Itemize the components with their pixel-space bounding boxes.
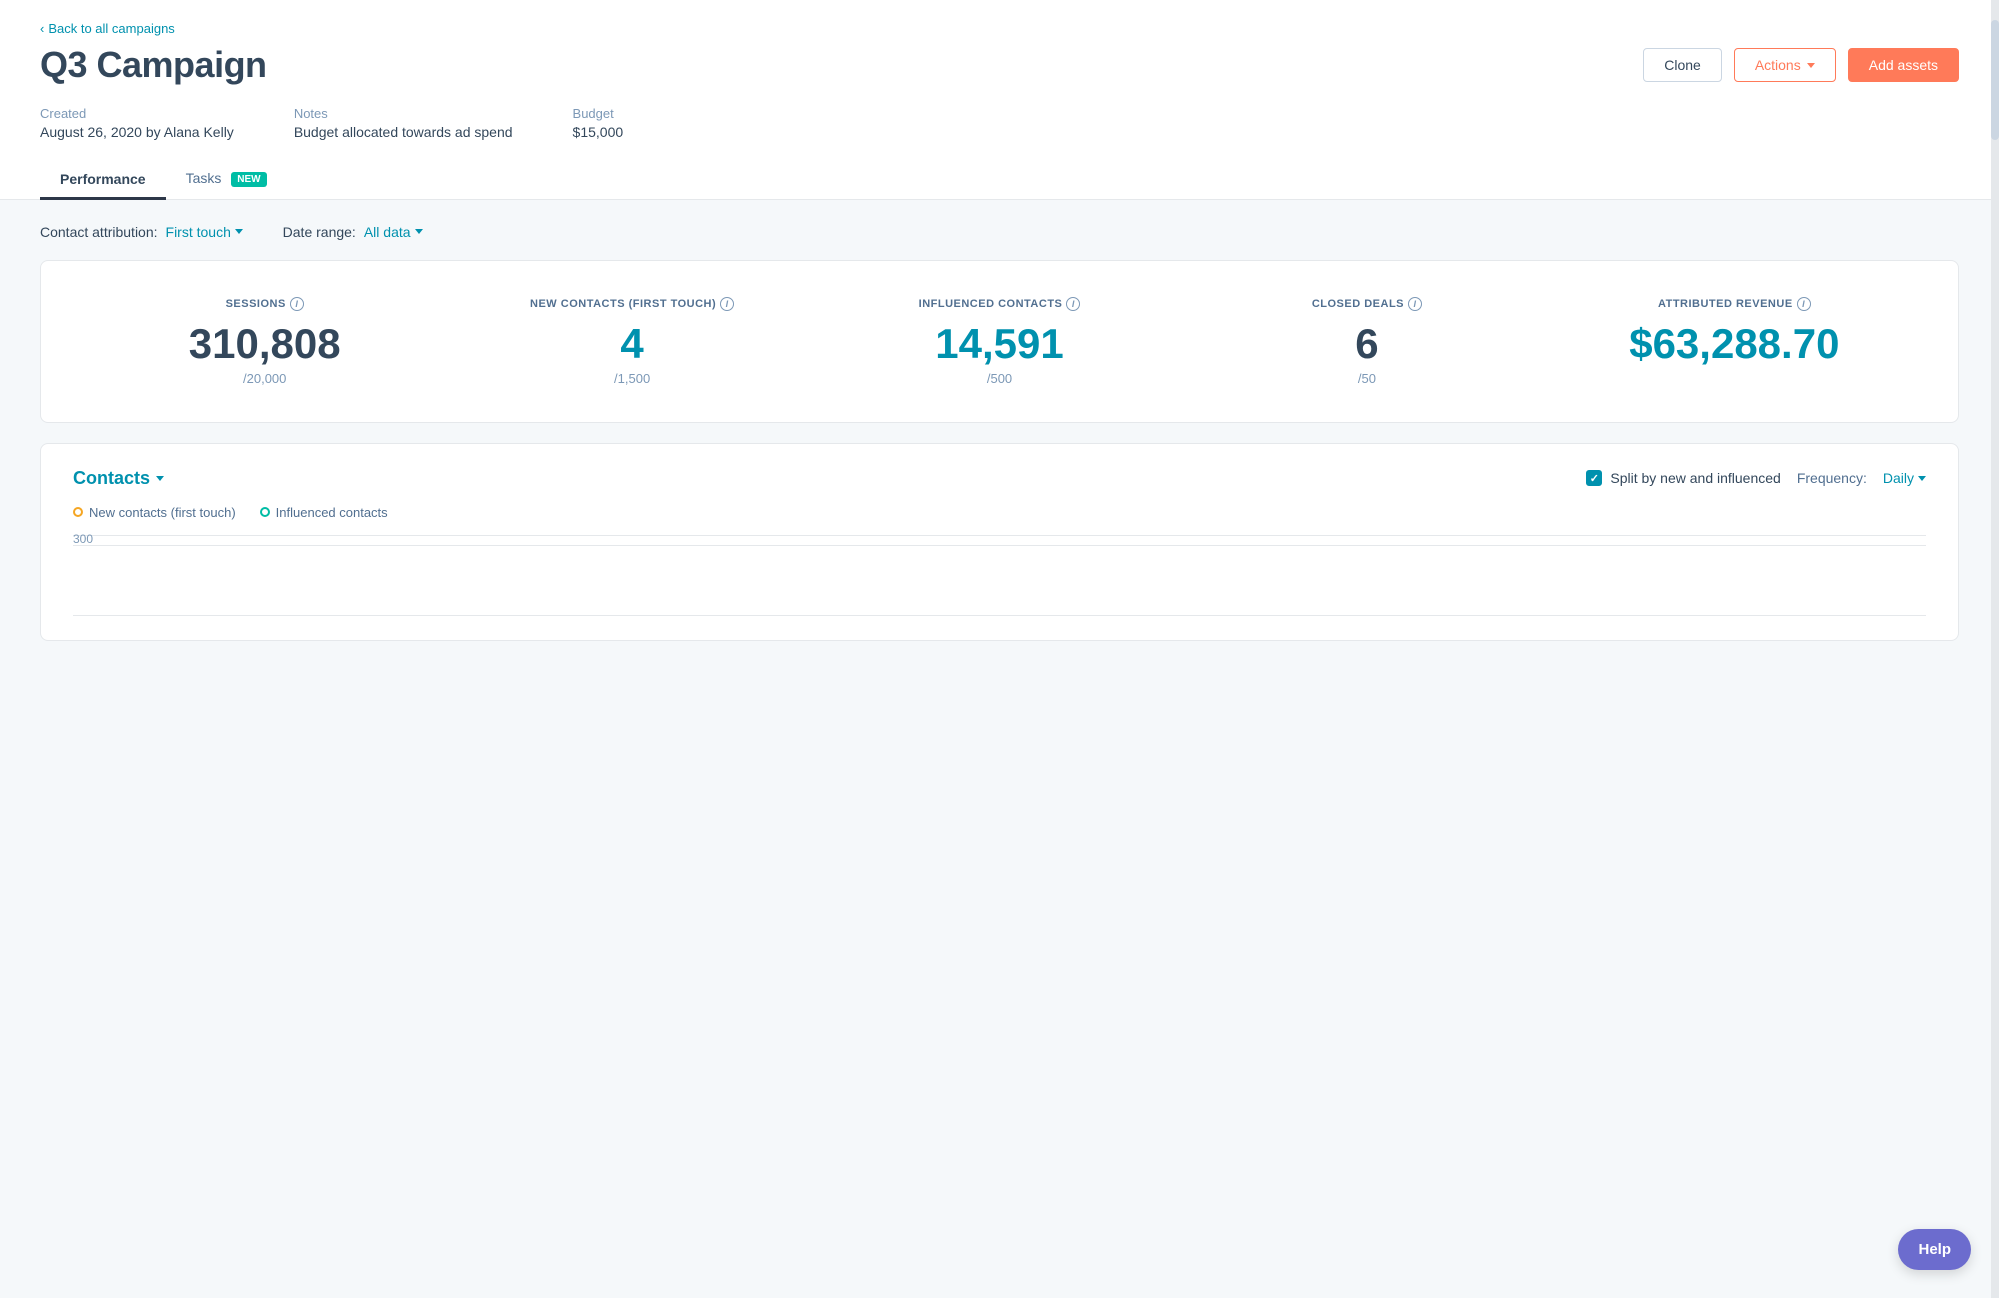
split-checkbox[interactable] bbox=[1586, 470, 1602, 486]
created-value: August 26, 2020 by Alana Kelly bbox=[40, 124, 234, 140]
budget-label: Budget bbox=[573, 106, 624, 121]
attributed-revenue-label: ATTRIBUTED REVENUE i bbox=[1551, 297, 1918, 311]
influenced-contacts-label: INFLUENCED CONTACTS i bbox=[816, 297, 1183, 311]
attribution-label: Contact attribution: bbox=[40, 224, 158, 240]
closed-deals-value: 6 bbox=[1183, 323, 1550, 365]
attribution-chevron-icon bbox=[235, 229, 243, 234]
contacts-header: Contacts Split by new and influenced Fre… bbox=[73, 468, 1926, 489]
frequency-label: Frequency: bbox=[1797, 470, 1867, 486]
contacts-card: Contacts Split by new and influenced Fre… bbox=[40, 443, 1959, 641]
campaign-title: Q3 Campaign bbox=[40, 44, 267, 86]
contacts-chart: 300 bbox=[73, 536, 1926, 616]
frequency-chevron-icon bbox=[1918, 476, 1926, 481]
influenced-contacts-value: 14,591 bbox=[816, 323, 1183, 365]
stat-sessions: SESSIONS i 310,808 /20,000 bbox=[81, 297, 448, 386]
meta-notes: Notes Budget allocated towards ad spend bbox=[294, 106, 513, 140]
chevron-left-icon: ‹ bbox=[40, 21, 44, 36]
attributed-revenue-info-icon[interactable]: i bbox=[1797, 297, 1811, 311]
meta-created: Created August 26, 2020 by Alana Kelly bbox=[40, 106, 234, 140]
header-actions: Clone Actions Add assets bbox=[1643, 48, 1959, 82]
legend-new-contacts: New contacts (first touch) bbox=[73, 505, 236, 520]
scrollbar-thumb[interactable] bbox=[1991, 20, 1999, 140]
filter-separator bbox=[259, 224, 267, 240]
new-contacts-value: 4 bbox=[448, 323, 815, 365]
attribution-dropdown[interactable]: First touch bbox=[166, 224, 243, 240]
filter-bar: Contact attribution: First touch Date ra… bbox=[40, 224, 1959, 240]
sessions-sub: /20,000 bbox=[81, 371, 448, 386]
chart-y-label: 300 bbox=[73, 532, 93, 546]
new-contacts-info-icon[interactable]: i bbox=[720, 297, 734, 311]
tab-performance[interactable]: Performance bbox=[40, 161, 166, 200]
add-assets-button[interactable]: Add assets bbox=[1848, 48, 1959, 82]
campaign-meta: Created August 26, 2020 by Alana Kelly N… bbox=[40, 106, 1959, 140]
chart-baseline bbox=[73, 615, 1926, 616]
split-label: Split by new and influenced bbox=[1610, 470, 1780, 486]
influenced-contacts-sub: /500 bbox=[816, 371, 1183, 386]
help-button[interactable]: Help bbox=[1898, 1229, 1971, 1270]
closed-deals-label: CLOSED DEALS i bbox=[1183, 297, 1550, 311]
notes-value: Budget allocated towards ad spend bbox=[294, 124, 513, 140]
date-range-chevron-icon bbox=[415, 229, 423, 234]
contacts-title[interactable]: Contacts bbox=[73, 468, 164, 489]
contacts-controls: Split by new and influenced Frequency: D… bbox=[1586, 470, 1926, 486]
frequency-dropdown[interactable]: Daily bbox=[1883, 470, 1926, 486]
tab-tasks[interactable]: Tasks NEW bbox=[166, 160, 287, 200]
attributed-revenue-value: $63,288.70 bbox=[1551, 323, 1918, 365]
new-contacts-sub: /1,500 bbox=[448, 371, 815, 386]
meta-budget: Budget $15,000 bbox=[573, 106, 624, 140]
budget-value: $15,000 bbox=[573, 124, 624, 140]
sessions-value: 310,808 bbox=[81, 323, 448, 365]
influenced-contacts-info-icon[interactable]: i bbox=[1066, 297, 1080, 311]
new-contacts-label: NEW CONTACTS (FIRST TOUCH) i bbox=[448, 297, 815, 311]
created-label: Created bbox=[40, 106, 234, 121]
sessions-label: SESSIONS i bbox=[81, 297, 448, 311]
stat-influenced-contacts: INFLUENCED CONTACTS i 14,591 /500 bbox=[816, 297, 1183, 386]
legend-dot-teal bbox=[260, 507, 270, 517]
tasks-new-badge: NEW bbox=[231, 172, 266, 187]
split-checkbox-group[interactable]: Split by new and influenced bbox=[1586, 470, 1780, 486]
notes-label: Notes bbox=[294, 106, 513, 121]
back-to-campaigns-link[interactable]: ‹ Back to all campaigns bbox=[40, 21, 175, 36]
tabs-row: Performance Tasks NEW bbox=[40, 160, 1959, 199]
actions-button[interactable]: Actions bbox=[1734, 48, 1836, 82]
closed-deals-sub: /50 bbox=[1183, 371, 1550, 386]
stat-attributed-revenue: ATTRIBUTED REVENUE i $63,288.70 bbox=[1551, 297, 1918, 371]
stat-new-contacts: NEW CONTACTS (FIRST TOUCH) i 4 /1,500 bbox=[448, 297, 815, 386]
date-range-label: Date range: bbox=[283, 224, 356, 240]
closed-deals-info-icon[interactable]: i bbox=[1408, 297, 1422, 311]
scrollbar[interactable] bbox=[1991, 0, 1999, 1298]
sessions-info-icon[interactable]: i bbox=[290, 297, 304, 311]
legend-influenced-contacts: Influenced contacts bbox=[260, 505, 388, 520]
stat-closed-deals: CLOSED DEALS i 6 /50 bbox=[1183, 297, 1550, 386]
date-range-dropdown[interactable]: All data bbox=[364, 224, 423, 240]
actions-chevron-icon bbox=[1807, 63, 1815, 68]
contacts-chevron-icon bbox=[156, 476, 164, 481]
chart-legend: New contacts (first touch) Influenced co… bbox=[73, 505, 1926, 520]
content-area: Contact attribution: First touch Date ra… bbox=[0, 200, 1999, 665]
clone-button[interactable]: Clone bbox=[1643, 48, 1722, 82]
legend-dot-orange bbox=[73, 507, 83, 517]
stats-card: SESSIONS i 310,808 /20,000 NEW CONTACTS … bbox=[40, 260, 1959, 423]
